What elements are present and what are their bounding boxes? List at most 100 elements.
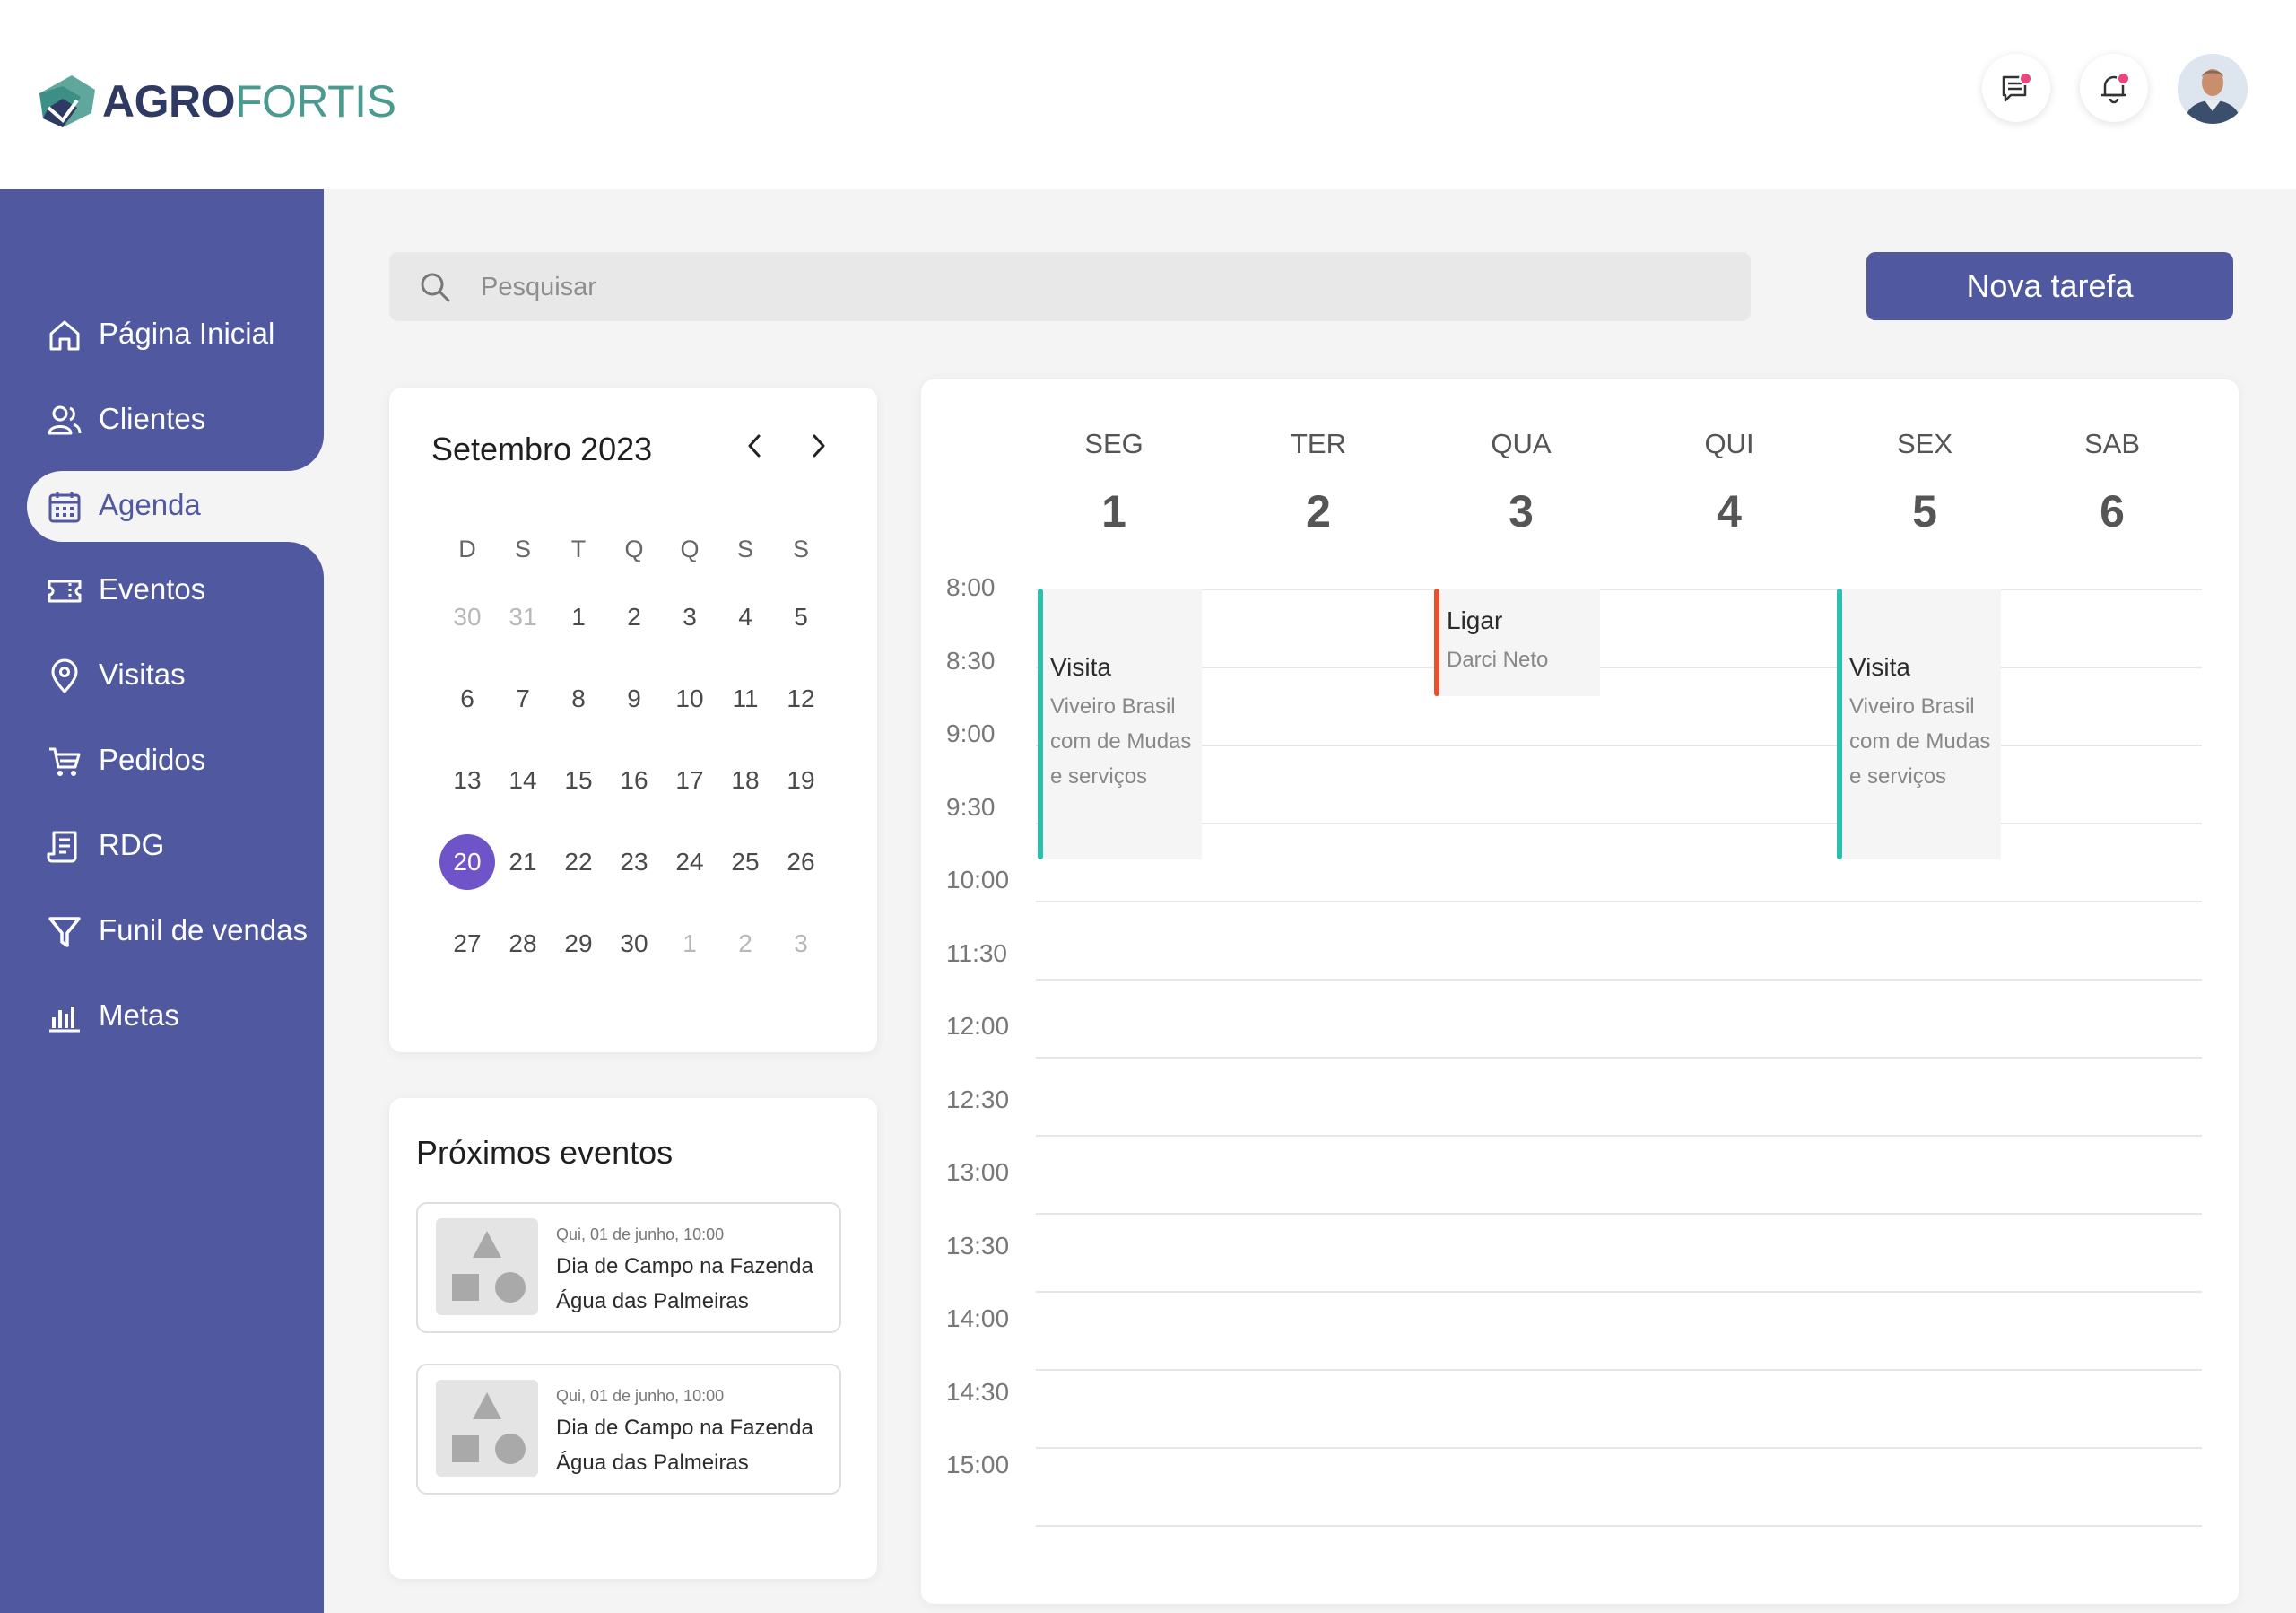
search-bar [389, 252, 1751, 323]
new-task-button[interactable]: Nova tarefa [1866, 252, 2233, 320]
day-name: TER [1291, 428, 1346, 459]
calendar-day[interactable]: 4 [718, 603, 773, 632]
notification-dot [2117, 72, 2130, 85]
brand-mark-icon [39, 75, 95, 127]
day-column-header[interactable]: QUI 4 [1666, 428, 1792, 537]
calendar-day[interactable]: 7 [495, 684, 551, 713]
calendar-day[interactable]: 23 [606, 848, 662, 876]
calendar-day[interactable]: 18 [718, 766, 773, 795]
calendar-day[interactable]: 21 [495, 848, 551, 876]
sidebar-item-funil-de-vendas[interactable]: Funil de vendas [0, 896, 324, 964]
calendar-day[interactable]: 14 [495, 766, 551, 795]
day-column-header[interactable]: SEX 5 [1862, 428, 1987, 537]
calendar-day-selected[interactable]: 20 [439, 833, 495, 890]
time-slot-label: 12:00 [946, 1012, 1010, 1040]
weekday-header: S [514, 535, 531, 562]
search-input[interactable] [479, 252, 1720, 323]
calendar-day[interactable]: 30 [606, 929, 662, 958]
calendar-event[interactable]: Ligar Darci Neto [1434, 589, 1600, 696]
unread-dot [2019, 72, 2032, 85]
sidebar-item-agenda[interactable]: Agenda [0, 471, 324, 539]
calendar-day[interactable]: 2 [718, 929, 773, 958]
calendar-day[interactable]: 13 [439, 766, 495, 795]
time-slot-label: 9:30 [946, 792, 996, 821]
calendar-day[interactable]: 1 [662, 929, 718, 958]
calendar-day[interactable]: 15 [551, 766, 606, 795]
calendar-day[interactable]: 31 [495, 603, 551, 632]
time-slot-label: 8:00 [946, 573, 996, 601]
calendar-day[interactable]: 3 [662, 603, 718, 632]
day-column-header[interactable]: QUA 3 [1458, 428, 1584, 537]
calendar-day[interactable]: 16 [606, 766, 662, 795]
sidebar-item-rdg[interactable]: RDG [0, 811, 324, 879]
time-slot-label: 9:00 [946, 719, 996, 747]
time-slot-label: 14:00 [946, 1304, 1010, 1332]
calendar-event[interactable]: Visita Viveiro Brasil com de Mudas e serviç… [1837, 589, 2001, 859]
calendar-day[interactable]: 30 [439, 603, 495, 632]
image-placeholder-icon [452, 1392, 526, 1464]
previous-month-button[interactable] [737, 428, 773, 464]
sidebar-item-metas[interactable]: Metas [0, 981, 324, 1050]
day-name: QUA [1491, 428, 1552, 459]
calendar-day[interactable]: 25 [718, 848, 773, 876]
calendar-day[interactable]: 29 [551, 929, 606, 958]
user-avatar[interactable] [2178, 54, 2248, 124]
event-color-bar [1837, 589, 1842, 859]
event-color-bar [1434, 589, 1439, 696]
calendar-day[interactable]: 17 [662, 766, 718, 795]
calendar-day[interactable]: 24 [662, 848, 718, 876]
sidebar-item-pedidos[interactable]: Pedidos [0, 726, 324, 794]
brand-logo[interactable]: AGROFORTIS [36, 70, 396, 133]
sidebar-item-label: Clientes [99, 402, 206, 435]
time-grid-line [1036, 1135, 2202, 1137]
day-column-header[interactable]: SEG 1 [1051, 428, 1177, 537]
time-grid-line [1036, 1213, 2202, 1215]
mini-calendar: Setembro 2023 D S T Q Q S S 30 31 1 2 3 4 5 6 7 8 9 10 11 12… [389, 388, 877, 1052]
sidebar-item-pagina-inicial[interactable]: Página Inicial [0, 300, 324, 368]
calendar-day[interactable]: 12 [773, 684, 829, 713]
calendar-day[interactable]: 26 [773, 848, 829, 876]
chevron-right-icon [813, 434, 825, 458]
sidebar-item-visitas[interactable]: Visitas [0, 641, 324, 709]
event-card[interactable]: Qui, 01 de junho, 10:00 Dia de Campo na … [416, 1364, 841, 1495]
event-name: Dia de Campo na Fazenda Água das Palmeir… [556, 1416, 813, 1475]
sidebar-item-clientes[interactable]: Clientes [0, 385, 324, 453]
home-icon [49, 320, 80, 351]
time-slot-label: 15:00 [946, 1451, 1010, 1478]
notifications-button[interactable] [2080, 54, 2148, 122]
calendar-day[interactable]: 22 [551, 848, 606, 876]
time-grid-line [1036, 1525, 2202, 1527]
calendar-day[interactable]: 19 [773, 766, 829, 795]
time-slot-label: 14:30 [946, 1377, 1010, 1406]
calendar-day[interactable]: 11 [718, 684, 773, 713]
day-number: 1 [1101, 486, 1126, 536]
weekday-header: S [792, 535, 809, 562]
calendar-day[interactable]: 1 [551, 603, 606, 632]
calendar-day[interactable]: 5 [773, 603, 829, 632]
time-grid-line [1036, 1369, 2202, 1371]
sidebar-item-label: Pedidos [99, 743, 206, 776]
app-header: AGROFORTIS [0, 0, 2296, 189]
calendar-day[interactable]: 9 [606, 684, 662, 713]
next-month-button[interactable] [800, 428, 836, 464]
day-column-header[interactable]: TER 2 [1256, 428, 1381, 537]
event-name: Dia de Campo na Fazenda Água das Palmeir… [556, 1254, 813, 1313]
calendar-day[interactable]: 10 [662, 684, 718, 713]
messages-button[interactable] [1982, 54, 2050, 122]
calendar-day[interactable]: 3 [773, 929, 829, 958]
calendar-day[interactable]: 27 [439, 929, 495, 958]
calendar-day[interactable]: 6 [439, 684, 495, 713]
calendar-day[interactable]: 8 [551, 684, 606, 713]
calendar-event[interactable]: Visita Viveiro Brasil com de Mudas e serviç… [1038, 589, 1202, 859]
day-column-header[interactable]: SAB 6 [2049, 428, 2175, 537]
calendar-day[interactable]: 2 [606, 603, 662, 632]
map-pin-icon [51, 658, 78, 693]
event-card[interactable]: Qui, 01 de junho, 10:00 Dia de Campo na … [416, 1202, 841, 1333]
month-title: Setembro 2023 [431, 431, 653, 467]
chevron-left-icon [748, 434, 761, 458]
calendar-week-row: 30 31 1 2 3 4 5 [439, 576, 829, 658]
sidebar-item-eventos[interactable]: Eventos [0, 555, 324, 623]
calendar-day[interactable]: 28 [495, 929, 551, 958]
event-subtitle: Viveiro Brasil com de Mudas e serviços [1849, 694, 1991, 789]
users-icon [48, 405, 82, 435]
